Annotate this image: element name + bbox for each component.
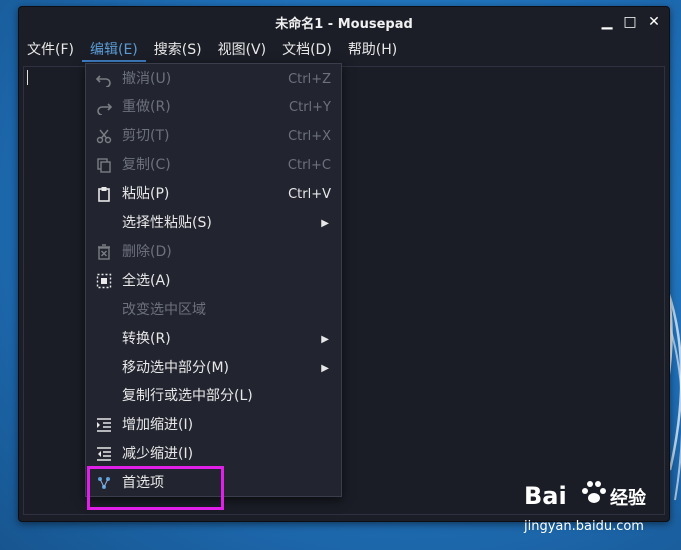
edit-menu-item-accel: Ctrl+Y bbox=[289, 100, 331, 116]
edit-menu-item-accel: Ctrl+V bbox=[288, 187, 331, 203]
baidu-jingyan-watermark: Bai 经验 jingyan.baidu.com bbox=[523, 481, 647, 534]
cut-icon bbox=[96, 129, 112, 144]
edit-menu-item-accel: Ctrl+C bbox=[287, 158, 331, 174]
window-title: 未命名1 - Mousepad bbox=[275, 16, 413, 32]
delete-icon bbox=[98, 244, 110, 260]
copy-icon bbox=[97, 158, 111, 173]
edit-menu-item-label: 全选(A) bbox=[122, 272, 171, 289]
indent-more-icon bbox=[97, 418, 111, 433]
edit-menu-item-label: 撤消(U) bbox=[122, 70, 172, 87]
edit-menu-item-4[interactable]: 粘贴(P) Ctrl+V bbox=[86, 180, 341, 209]
redo-icon bbox=[97, 103, 112, 116]
edit-menu-item-label: 改变选中区域 bbox=[122, 301, 206, 318]
edit-menu-item-3: 复制(C) Ctrl+C bbox=[86, 151, 341, 180]
edit-menu-item-label: 粘贴(P) bbox=[122, 186, 170, 203]
submenu-arrow-icon: ▶ bbox=[321, 362, 329, 374]
watermark-brand-cn: 经验 bbox=[610, 487, 647, 509]
edit-menu-item-12[interactable]: 增加缩进(I) bbox=[86, 411, 341, 440]
edit-menu-item-5[interactable]: 选择性粘贴(S) ▶ bbox=[86, 209, 341, 238]
menubar-item-1[interactable]: 编辑(E) bbox=[81, 38, 146, 62]
edit-menu-item-label: 增加缩进(I) bbox=[122, 417, 194, 434]
menubar-item-3[interactable]: 视图(V) bbox=[210, 38, 275, 62]
edit-menu-item-label: 移动选中部分(M) bbox=[122, 359, 230, 376]
edit-menu-item-9[interactable]: 转换(R) ▶ bbox=[86, 325, 341, 354]
select-all-icon bbox=[96, 273, 112, 288]
indent-less-icon bbox=[97, 447, 111, 461]
edit-menu-item-label: 重做(R) bbox=[122, 99, 171, 116]
undo-icon bbox=[96, 74, 111, 87]
edit-menu-item-7[interactable]: 全选(A) bbox=[86, 267, 341, 296]
edit-menu-item-10[interactable]: 移动选中部分(M) ▶ bbox=[86, 354, 341, 383]
edit-menu-item-1: 重做(R) Ctrl+Y bbox=[86, 93, 341, 122]
edit-menu-item-2: 剪切(T) Ctrl+X bbox=[86, 122, 341, 151]
close-button[interactable]: ✕ bbox=[646, 14, 662, 30]
paste-icon bbox=[98, 187, 110, 202]
edit-menu-item-label: 复制行或选中部分(L) bbox=[122, 388, 253, 405]
maximize-button[interactable]: □ bbox=[622, 14, 638, 30]
paw-icon bbox=[582, 481, 606, 503]
edit-menu-item-6: 删除(D) bbox=[86, 238, 341, 267]
watermark-url: jingyan.baidu.com bbox=[523, 519, 644, 534]
menubar-item-4[interactable]: 文档(D) bbox=[274, 38, 340, 62]
minimize-button[interactable]: ▁ bbox=[599, 14, 615, 30]
titlebar[interactable]: 未命名1 - Mousepad ▁ □ ✕ bbox=[19, 7, 669, 37]
watermark-brand: Bai bbox=[524, 482, 567, 510]
edit-menu-item-0: 撤消(U) Ctrl+Z bbox=[86, 65, 341, 94]
edit-menu-item-accel: Ctrl+Z bbox=[288, 71, 331, 87]
submenu-arrow-icon: ▶ bbox=[321, 218, 329, 229]
edit-menu-item-label: 减少缩进(I) bbox=[122, 446, 194, 463]
highlight-annotation bbox=[87, 466, 224, 510]
edit-menu-dropdown: 撤消(U) Ctrl+Z 重做(R) Ctrl+Y 剪切(T) Ctrl+X 复制(C) Ct… bbox=[85, 63, 342, 497]
edit-menu-item-13[interactable]: 减少缩进(I) bbox=[86, 440, 341, 469]
menubar-item-2[interactable]: 搜索(S) bbox=[146, 38, 210, 62]
submenu-arrow-icon: ▶ bbox=[321, 333, 329, 345]
edit-menu-item-label: 复制(C) bbox=[122, 157, 171, 174]
menubar-item-0[interactable]: 文件(F) bbox=[19, 38, 82, 62]
edit-menu-item-label: 转换(R) bbox=[122, 330, 171, 347]
text-cursor bbox=[27, 70, 28, 85]
edit-menu-item-label: 删除(D) bbox=[122, 243, 172, 260]
menubar: 文件(F) 编辑(E) 搜索(S) 视图(V) 文档(D) 帮助(H) bbox=[19, 38, 669, 62]
menubar-item-5[interactable]: 帮助(H) bbox=[340, 38, 405, 62]
edit-menu-item-label: 剪切(T) bbox=[122, 128, 170, 145]
edit-menu-item-label: 选择性粘贴(S) bbox=[122, 215, 212, 231]
edit-menu-item-8: 改变选中区域 bbox=[86, 296, 341, 325]
edit-menu-item-11[interactable]: 复制行或选中部分(L) bbox=[86, 382, 341, 411]
edit-menu-item-accel: Ctrl+X bbox=[288, 129, 331, 145]
